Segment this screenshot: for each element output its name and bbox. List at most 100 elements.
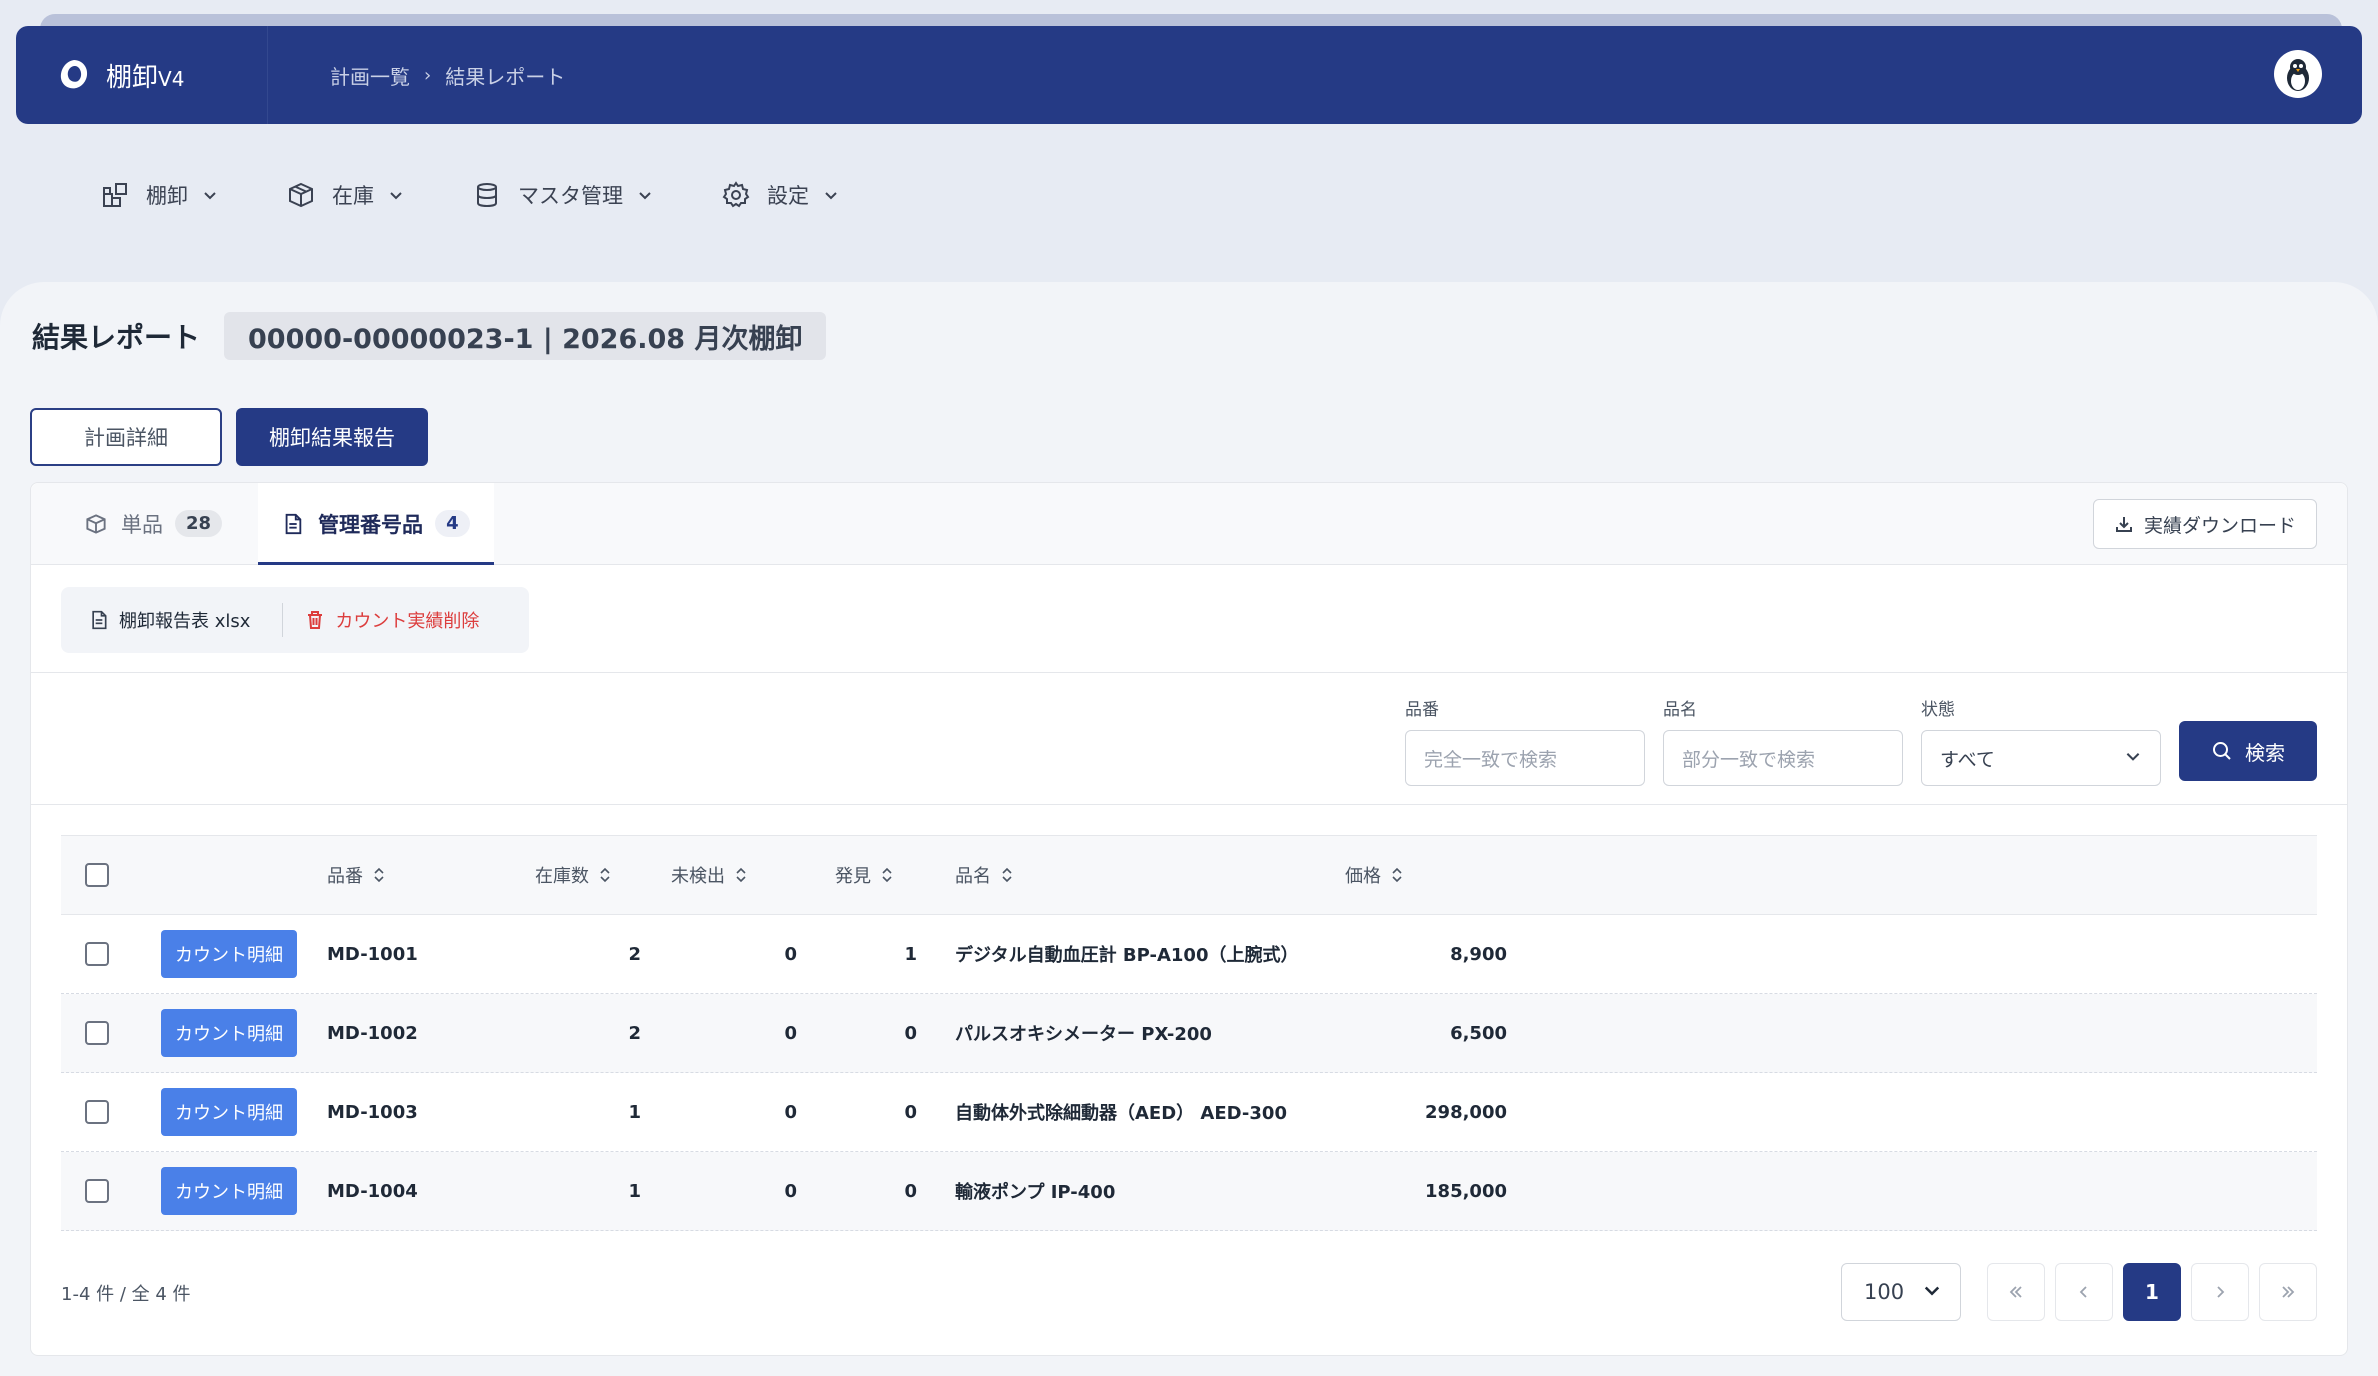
menu-master[interactable]: マスタ管理	[472, 180, 653, 210]
sort-icon	[373, 867, 385, 883]
count-detail-cell: カウント明細	[161, 994, 297, 1072]
table-row: カウント明細 MD-1003 1 0 0 自動体外式除細動器（AED） AED-…	[61, 1073, 2317, 1152]
cell-name: パルスオキシメーター PX-200	[955, 1024, 1212, 1045]
breadcrumb-plan-list[interactable]: 計画一覧	[330, 61, 410, 90]
cell-name: デジタル自動血圧計 BP-A100（上腕式）	[955, 945, 1299, 966]
prev-page-button[interactable]	[2055, 1263, 2113, 1321]
page-title: 結果レポート	[32, 321, 201, 354]
header-stock[interactable]: 在庫数	[535, 836, 611, 914]
cell-price: 8,900	[1450, 943, 1507, 965]
download-results-button[interactable]: 実績ダウンロード	[2092, 499, 2317, 549]
count-detail-button[interactable]: カウント明細	[161, 1167, 297, 1215]
double-chevron-left-icon	[2009, 1286, 2022, 1298]
database-icon	[472, 180, 502, 210]
cell-part-no: MD-1003	[327, 1101, 418, 1123]
row-checkbox[interactable]	[85, 1100, 109, 1124]
layout-icon	[100, 180, 130, 210]
part-no-input[interactable]: 完全一致で検索	[1405, 730, 1645, 786]
tab-label: 単品	[121, 512, 163, 537]
table-footer: 1-4 件 / 全 4 件 100 1	[61, 1263, 2317, 1323]
cell-name: 自動体外式除細動器（AED） AED-300	[955, 1103, 1287, 1124]
next-page-button[interactable]	[2191, 1263, 2249, 1321]
divider	[282, 603, 284, 637]
download-icon	[2114, 514, 2134, 534]
cell-found: 0	[904, 1022, 917, 1044]
count-detail-button[interactable]: カウント明細	[161, 930, 297, 978]
header-found[interactable]: 発見	[835, 836, 893, 914]
delete-counts-button[interactable]: カウント実績削除	[305, 607, 479, 633]
export-label: 棚卸報告表 xlsx	[119, 611, 251, 632]
breadcrumb-separator: ›	[424, 64, 432, 86]
filter-label: 品名	[1663, 700, 1697, 720]
name-input[interactable]: 部分一致で検索	[1663, 730, 1903, 786]
status-value: すべて	[1940, 748, 1995, 771]
breadcrumb-result-report: 結果レポート	[445, 64, 566, 89]
plan-detail-button[interactable]: 計画詳細	[30, 408, 222, 466]
page-title-row: 結果レポート 00000-00000023-1 | 2026.08 月次棚卸	[32, 312, 827, 360]
filter-status: 状態 すべて	[1921, 695, 2161, 786]
table-row: カウント明細 MD-1002 2 0 0 パルスオキシメーター PX-200 6…	[61, 994, 2317, 1073]
header-undetected[interactable]: 未検出	[671, 836, 747, 914]
double-chevron-right-icon	[2282, 1286, 2295, 1298]
chevron-down-icon	[388, 187, 404, 203]
menu-stock[interactable]: 在庫	[286, 180, 404, 210]
menu-label: マスタ管理	[518, 184, 623, 208]
row-checkbox[interactable]	[85, 1021, 109, 1045]
app-logo[interactable]: 棚卸V4	[56, 26, 268, 124]
count-detail-button[interactable]: カウント明細	[161, 1088, 297, 1136]
menu-settings[interactable]: 設定	[721, 180, 839, 210]
tab-single-items[interactable]: 単品 28	[31, 483, 258, 564]
chevron-down-icon	[2124, 747, 2142, 770]
row-checkbox[interactable]	[85, 942, 109, 966]
chevron-left-icon	[2079, 1286, 2087, 1298]
cell-price: 298,000	[1425, 1101, 1507, 1123]
delete-label: カウント実績削除	[335, 611, 480, 632]
header-name[interactable]: 品名	[955, 836, 1013, 914]
app-logo-icon	[56, 57, 92, 93]
download-label: 実績ダウンロード	[2143, 514, 2296, 537]
count-detail-cell: カウント明細	[161, 1073, 297, 1151]
header-price[interactable]: 価格	[1345, 836, 1403, 914]
box-icon	[286, 180, 316, 210]
select-all-cell	[85, 836, 109, 914]
top-header: 棚卸V4 計画一覧 › 結果レポート	[16, 26, 2362, 124]
page-button-current[interactable]: 1	[2123, 1263, 2181, 1321]
document-icon	[89, 610, 109, 630]
chevron-down-icon	[823, 187, 839, 203]
menu-label: 在庫	[332, 184, 374, 208]
header-part-no[interactable]: 品番	[327, 836, 385, 914]
action-toolbar: 棚卸報告表 xlsx カウント実績削除	[61, 587, 529, 653]
status-select[interactable]: すべて	[1921, 730, 2161, 786]
user-avatar[interactable]	[2274, 50, 2322, 98]
app-name: 棚卸V4	[106, 62, 185, 93]
gear-icon	[721, 180, 751, 210]
per-page-select[interactable]: 100	[1841, 1263, 1961, 1321]
sort-icon	[735, 867, 747, 883]
menu-inventory[interactable]: 棚卸	[100, 180, 218, 210]
cell-undetected: 0	[784, 1180, 797, 1202]
first-page-button[interactable]	[1987, 1263, 2045, 1321]
count-detail-button[interactable]: カウント明細	[161, 1009, 297, 1057]
row-select-cell	[85, 1152, 109, 1230]
trash-icon	[305, 610, 325, 630]
chevron-down-icon	[1922, 1280, 1942, 1305]
count-badge: 4	[435, 510, 470, 537]
export-report-xlsx-button[interactable]: 棚卸報告表 xlsx	[89, 607, 250, 633]
sort-icon	[599, 867, 611, 883]
chevron-down-icon	[637, 187, 653, 203]
penguin-icon	[2287, 59, 2309, 91]
search-button[interactable]: 検索	[2179, 721, 2317, 781]
select-all-checkbox[interactable]	[85, 863, 109, 887]
cell-found: 0	[904, 1101, 917, 1123]
tab-serial-items[interactable]: 管理番号品 4	[258, 483, 494, 565]
result-summary: 1-4 件 / 全 4 件	[61, 1284, 191, 1305]
filter-label: 状態	[1921, 700, 1955, 720]
menu-label: 棚卸	[146, 184, 188, 208]
cell-stock: 2	[628, 1022, 641, 1044]
last-page-button[interactable]	[2259, 1263, 2317, 1321]
table-header: 品番 在庫数 未検出 発見 品名 価格	[61, 835, 2317, 915]
row-checkbox[interactable]	[85, 1179, 109, 1203]
cell-undetected: 0	[784, 1022, 797, 1044]
result-report-button[interactable]: 棚卸結果報告	[236, 408, 428, 466]
row-select-cell	[85, 915, 109, 993]
